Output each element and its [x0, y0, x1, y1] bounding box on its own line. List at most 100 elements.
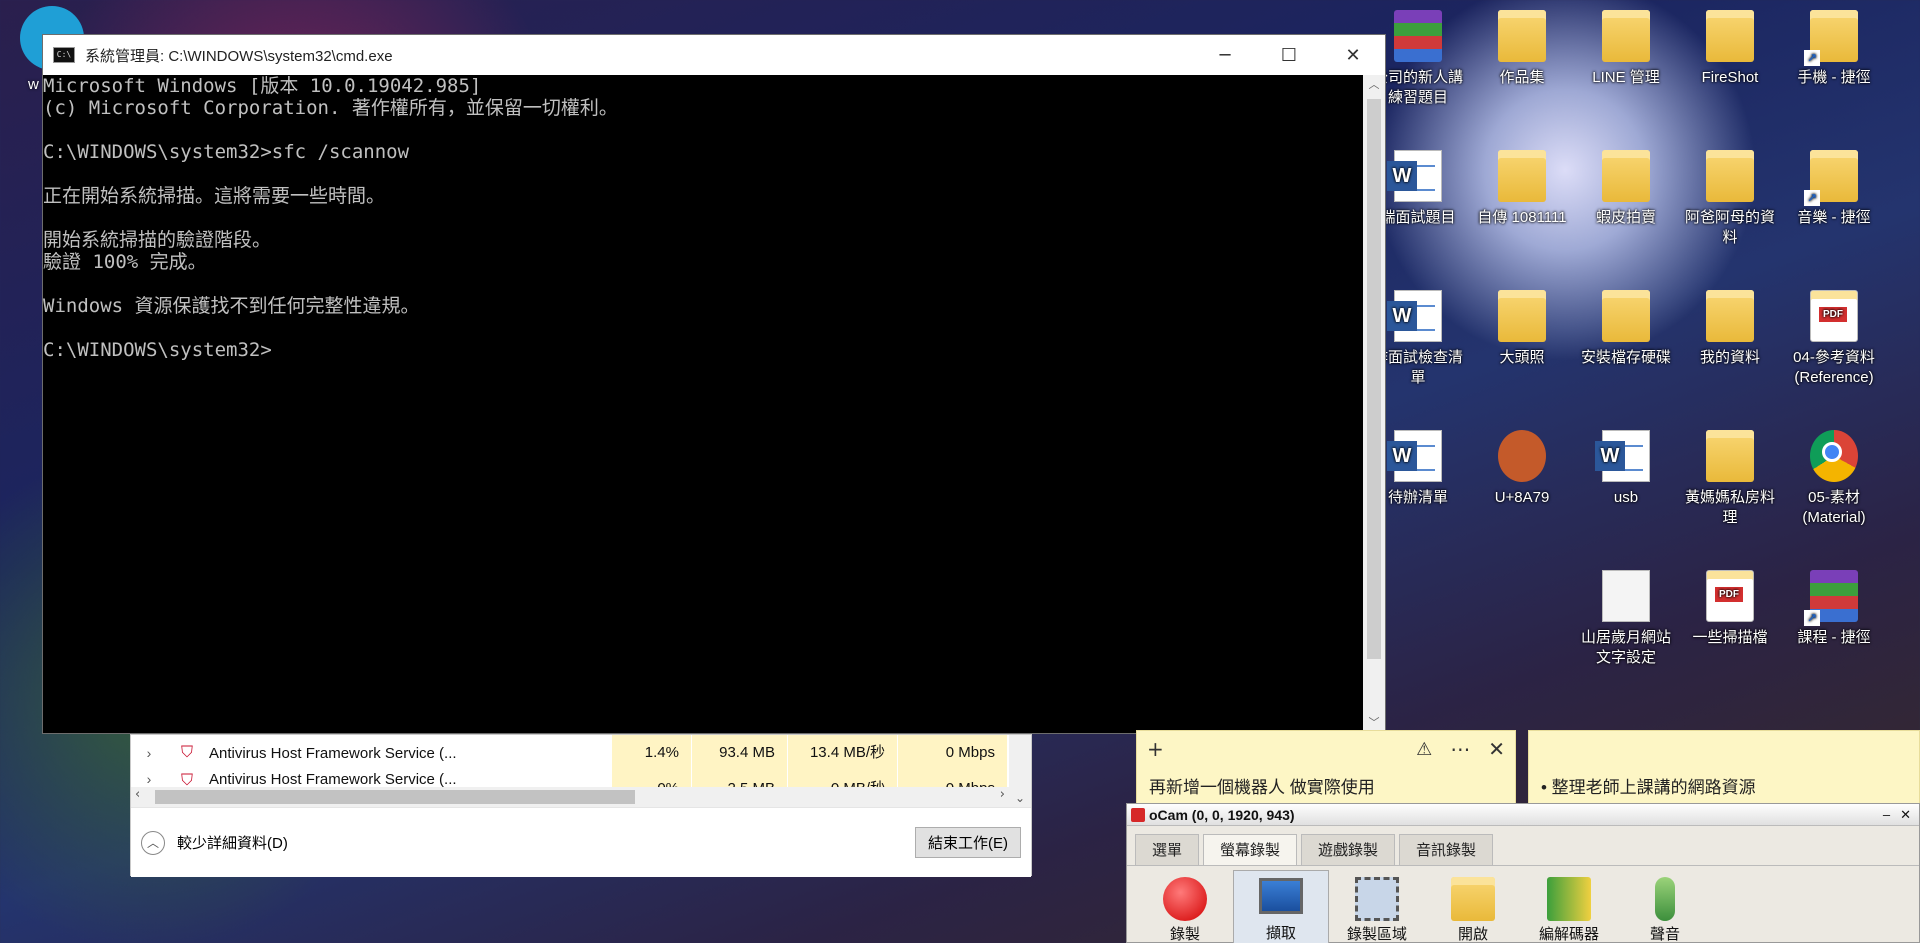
folder-icon	[1706, 430, 1754, 482]
monitor-icon	[1259, 878, 1303, 914]
memory-cell: 2.5 MB	[691, 771, 787, 787]
desktop-icon[interactable]: 音樂 - 捷徑	[1782, 150, 1886, 228]
ocam-window[interactable]: oCam (0, 0, 1920, 943) – ✕ 選單 螢幕錄製 遊戲錄製 …	[1126, 803, 1920, 943]
desktop-icon[interactable]: 阿爸阿母的資料	[1678, 150, 1782, 248]
folder-icon	[1498, 10, 1546, 62]
folder-icon	[1804, 150, 1858, 206]
console-line: 驗證 100% 完成。	[43, 251, 207, 273]
desktop-icon[interactable]: 課程 - 捷徑	[1782, 570, 1886, 648]
desktop-icon[interactable]: usb	[1574, 430, 1678, 508]
tab-game-recording[interactable]: 遊戲錄製	[1301, 834, 1396, 865]
console-output[interactable]: Microsoft Windows [版本 10.0.19042.985] (c)…	[43, 75, 1363, 733]
tab-screen-recording[interactable]: 螢幕錄製	[1203, 834, 1298, 865]
open-label: 開啟	[1457, 926, 1488, 943]
sticky-note[interactable]: • 整理老師上課講的網路資源	[1528, 730, 1920, 810]
desktop-icon-label: 自傳 1081111	[1477, 209, 1567, 226]
process-name: Antivirus Host Framework Service (...	[209, 744, 457, 762]
archive-icon	[1804, 570, 1858, 626]
desktop-icon[interactable]: 04-參考資料 (Reference)	[1782, 290, 1886, 388]
folder-icon	[1706, 10, 1754, 62]
folder-icon	[1602, 10, 1650, 62]
desktop-icon[interactable]: 一些掃描檔	[1678, 570, 1782, 648]
desktop-icon[interactable]: 自傳 1081111	[1470, 150, 1574, 228]
note-text[interactable]: • 整理老師上課講的網路資源	[1529, 767, 1919, 804]
desktop-icon[interactable]: 我的資料	[1678, 290, 1782, 368]
ocam-logo-icon	[1131, 807, 1145, 822]
close-icon[interactable]: ✕	[1321, 35, 1385, 75]
add-note-icon[interactable]: +	[1147, 737, 1164, 761]
codec-button[interactable]: 編解碼器	[1521, 870, 1617, 943]
close-icon[interactable]: ✕	[1488, 737, 1505, 761]
open-button[interactable]: 開啟	[1425, 870, 1521, 943]
desktop-icon[interactable]: 手機 - 捷徑	[1782, 10, 1886, 88]
cmd-window[interactable]: C:\ 系統管理員: C:\WINDOWS\system32\cmd.exe ─…	[42, 34, 1386, 734]
tab-audio-recording[interactable]: 音訊錄製	[1399, 834, 1494, 865]
desktop-icon-label: usb	[1613, 489, 1639, 506]
desktop-icon[interactable]: U+8A79	[1470, 430, 1574, 508]
desktop-icon[interactable]: FireShot	[1678, 10, 1782, 88]
end-task-button[interactable]: 結束工作(E)	[915, 827, 1021, 858]
horizontal-scrollbar[interactable]: ‹ ›	[131, 787, 1009, 807]
minimize-icon[interactable]: –	[1883, 807, 1890, 823]
microphone-icon	[1655, 877, 1675, 921]
folder-icon	[1498, 290, 1546, 342]
desktop-icon-label: 音樂 - 捷徑	[1797, 209, 1871, 226]
scrollbar-thumb[interactable]	[1367, 99, 1381, 659]
desktop-icon[interactable]: LINE 管理	[1574, 10, 1678, 88]
desktop-icon[interactable]: 蝦皮拍賣	[1574, 150, 1678, 228]
vertical-scrollbar[interactable]: ⌄	[1009, 735, 1031, 807]
table-row[interactable]: › ⛉ Antivirus Host Framework Service (..…	[131, 771, 1031, 787]
table-row[interactable]: › ⛉ Antivirus Host Framework Service (..…	[131, 735, 1031, 771]
desktop-app-label: w	[28, 76, 39, 93]
desktop-icon[interactable]: 黃媽媽私房料理	[1678, 430, 1782, 528]
ocam-toolbar: 錄製 擷取 錄製區域 開啟 編解碼器 聲音	[1127, 866, 1919, 943]
folder-icon	[1498, 150, 1546, 202]
cmd-titlebar[interactable]: C:\ 系統管理員: C:\WINDOWS\system32\cmd.exe ─…	[43, 35, 1385, 75]
codec-icon	[1547, 877, 1591, 921]
fewer-details-link[interactable]: 較少詳細資料(D)	[177, 832, 288, 853]
record-area-button[interactable]: 錄製區域	[1329, 870, 1425, 943]
scrollbar-thumb[interactable]	[155, 790, 635, 804]
task-manager-footer: ︿ 較少詳細資料(D) 結束工作(E)	[131, 807, 1031, 877]
note-text[interactable]: 再新增一個機器人 做實際使用	[1137, 767, 1515, 804]
desktop-icon[interactable]: 作品集	[1470, 10, 1574, 88]
desktop-icon-label: 課程 - 捷徑	[1797, 629, 1871, 646]
scroll-up-icon[interactable]: ︿	[1363, 75, 1385, 95]
desktop-icon-label: 黃媽媽私房料理	[1684, 489, 1775, 526]
ocam-titlebar[interactable]: oCam (0, 0, 1920, 943) – ✕	[1127, 804, 1919, 826]
warning-icon[interactable]: ⚠	[1416, 739, 1432, 760]
chevron-up-icon[interactable]: ︿	[141, 830, 165, 855]
desktop-icon[interactable]: 山居歲月網站文字設定	[1574, 570, 1678, 668]
sticky-note[interactable]: + ⚠ ⋯ ✕ 再新增一個機器人 做實際使用	[1136, 730, 1516, 810]
sound-label: 聲音	[1649, 926, 1680, 943]
shield-icon: ⛉	[180, 772, 193, 787]
more-options-icon[interactable]: ⋯	[1450, 737, 1470, 761]
sound-button[interactable]: 聲音	[1617, 870, 1713, 943]
record-area-label: 錄製區域	[1346, 926, 1407, 943]
desktop-icon[interactable]: 安裝檔存硬碟	[1574, 290, 1678, 368]
record-button[interactable]: 錄製	[1137, 870, 1233, 943]
vertical-scrollbar[interactable]: ︿ ﹀	[1363, 75, 1385, 733]
desktop-icon-label: FireShot	[1701, 69, 1759, 86]
window-title: oCam (0, 0, 1920, 943)	[1149, 806, 1295, 823]
maximize-icon[interactable]: ☐	[1257, 35, 1321, 75]
scroll-down-icon[interactable]: ⌄	[1009, 791, 1031, 805]
scroll-right-icon[interactable]: ›	[1000, 787, 1005, 802]
expand-chevron-icon[interactable]: ›	[131, 771, 167, 787]
capture-label: 擷取	[1265, 925, 1296, 942]
capture-button[interactable]: 擷取	[1233, 870, 1329, 943]
desktop-icon[interactable]: 05-素材 (Material)	[1782, 430, 1886, 528]
desktop-icon[interactable]: 大頭照	[1470, 290, 1574, 368]
minimize-icon[interactable]: ─	[1193, 35, 1257, 75]
desktop-icon-label: 一些掃描檔	[1692, 629, 1768, 646]
tab-menu[interactable]: 選單	[1135, 834, 1200, 865]
chrome-icon	[1810, 430, 1858, 482]
scroll-left-icon[interactable]: ‹	[135, 787, 140, 802]
console-line: Microsoft Windows [版本 10.0.19042.985]	[43, 75, 482, 97]
close-icon[interactable]: ✕	[1900, 807, 1911, 823]
expand-chevron-icon[interactable]: ›	[131, 745, 167, 761]
